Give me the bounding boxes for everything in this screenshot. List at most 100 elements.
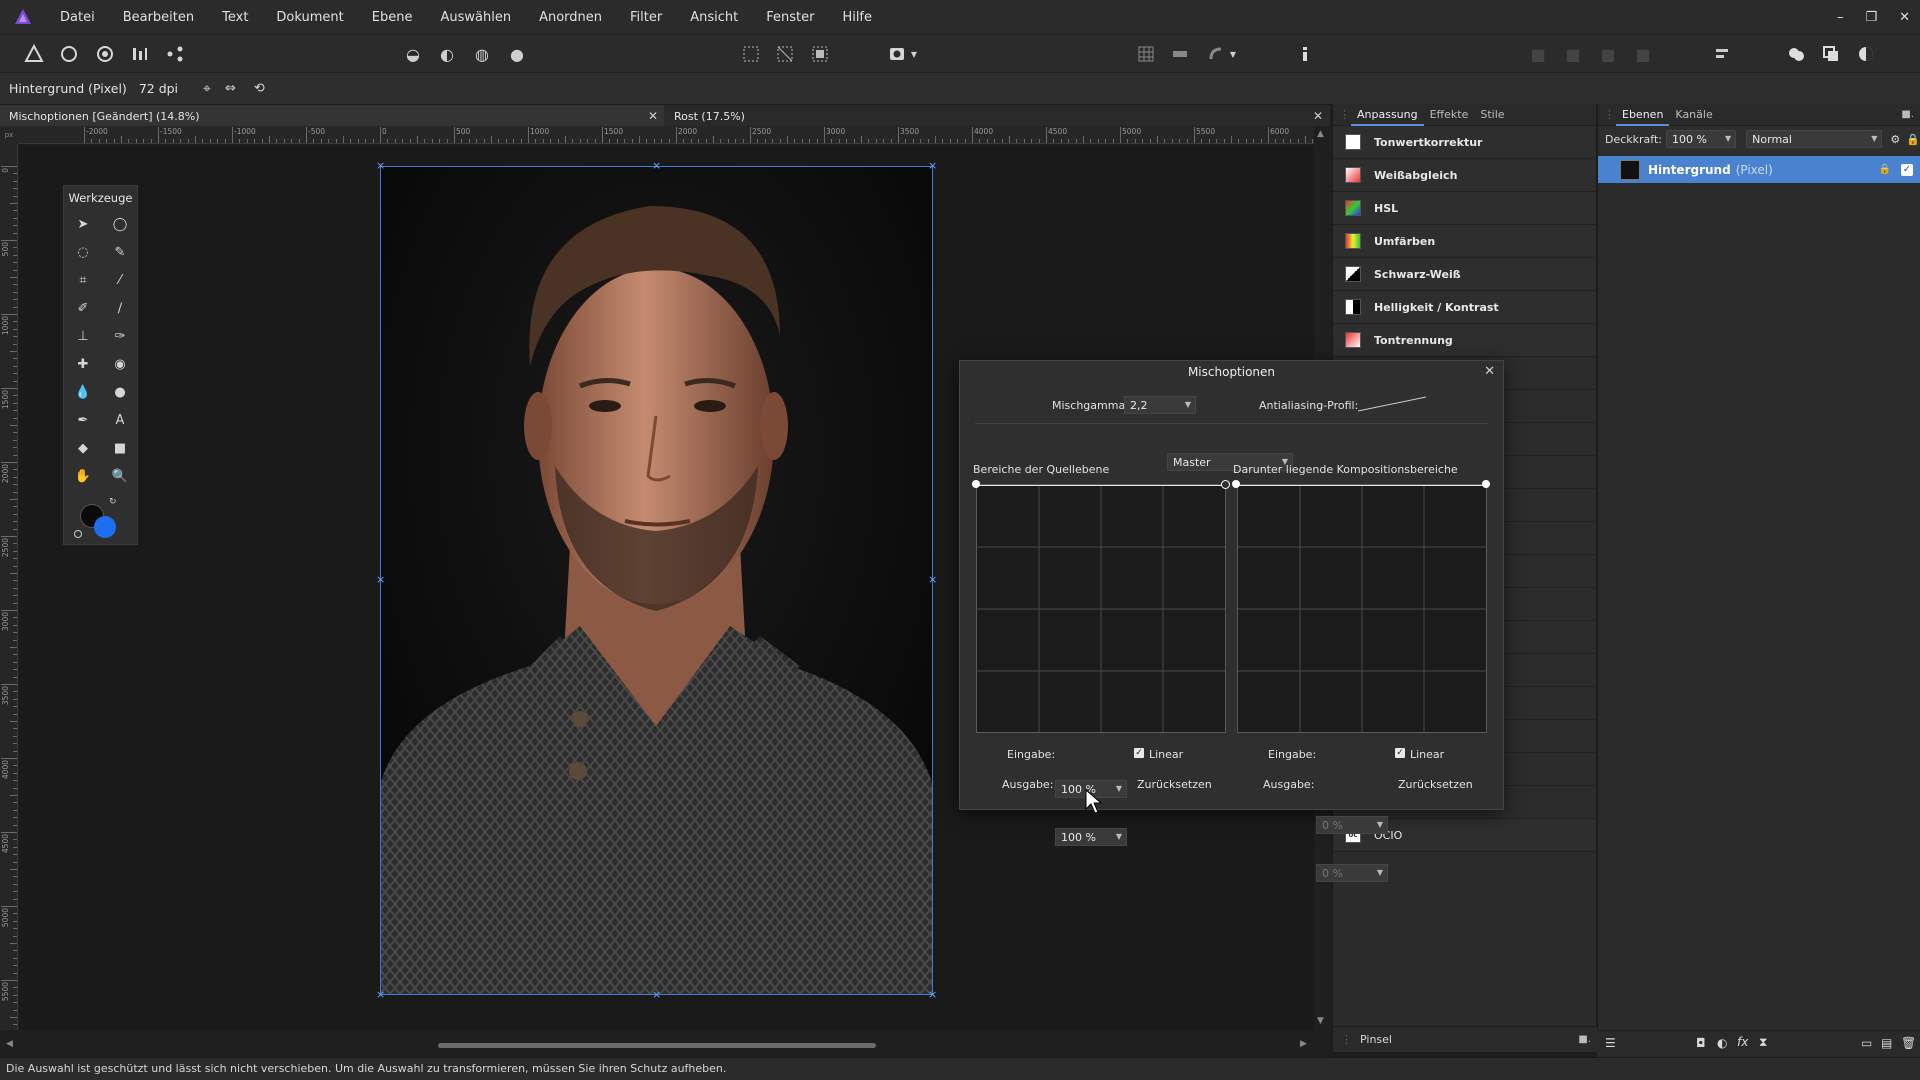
tab-mischoptionen[interactable]: Mischoptionen [Geändert] (14.8%) ✕: [0, 105, 664, 127]
menu-item-fenster[interactable]: Fenster: [752, 10, 828, 25]
pen-tool-icon[interactable]: ✒: [71, 408, 95, 432]
transform-origin-icon[interactable]: ⌖: [203, 81, 211, 97]
panel-menu-icon[interactable]: ■.: [1578, 1034, 1591, 1045]
menu-item-anordnen[interactable]: Anordnen: [525, 10, 616, 25]
develop-persona-icon[interactable]: [92, 41, 118, 67]
live-filter-icon[interactable]: ⧗: [1759, 1035, 1767, 1050]
photo-persona-icon[interactable]: [21, 41, 47, 67]
minimize-button[interactable]: –: [1837, 10, 1844, 25]
menu-item-ebene[interactable]: Ebene: [358, 10, 427, 25]
delete-layer-icon[interactable]: 🗑: [1901, 1036, 1916, 1050]
ellipse-select-tool-icon[interactable]: ◯: [108, 212, 132, 236]
menu-item-filter[interactable]: Filter: [616, 10, 676, 25]
adjustment-item[interactable]: Tonwertkorrektur: [1333, 126, 1596, 159]
resize-handle-top[interactable]: ×: [652, 160, 661, 171]
adjustment-layer-icon[interactable]: ◐: [1717, 1036, 1727, 1050]
menu-item-dokument[interactable]: Dokument: [262, 10, 357, 25]
healing-brush-tool-icon[interactable]: ✚: [71, 352, 95, 376]
underlying-output-field[interactable]: 0 % ▼: [1316, 864, 1388, 882]
resize-handle-right[interactable]: ×: [928, 574, 937, 585]
align-icon[interactable]: [1709, 41, 1735, 67]
marquee-select-icon[interactable]: [738, 41, 764, 67]
history-brush-tool-icon[interactable]: ✑: [108, 324, 132, 348]
auto-colors-icon[interactable]: ◍: [469, 41, 495, 67]
underlying-linear-checkbox[interactable]: ✓: [1395, 748, 1405, 758]
quick-mask-dropdown-icon[interactable]: ▼: [908, 41, 920, 67]
underlying-curve-node-end[interactable]: [1482, 480, 1490, 488]
dodge-tool-icon[interactable]: ◉: [108, 352, 132, 376]
gear-icon[interactable]: ⚙: [1890, 133, 1900, 146]
deselect-icon[interactable]: [772, 41, 798, 67]
adjustment-item[interactable]: Tontrennung: [1333, 324, 1596, 357]
boolean-subtract-icon[interactable]: [1818, 41, 1844, 67]
adjustment-item[interactable]: Umfärben: [1333, 225, 1596, 258]
close-dialog-icon[interactable]: ✕: [1484, 364, 1495, 379]
liquify-persona-icon[interactable]: [56, 41, 82, 67]
resize-handle-bottom-right[interactable]: ×: [928, 989, 937, 1000]
mask-layer-icon[interactable]: ◘: [1696, 1036, 1706, 1050]
opacity-dropdown[interactable]: 100 % ▼: [1666, 130, 1737, 148]
close-tab-icon[interactable]: ✕: [648, 109, 658, 123]
underlying-ranges-graph[interactable]: [1237, 484, 1487, 733]
source-linear-checkbox[interactable]: ✓: [1134, 748, 1144, 758]
tab-stile[interactable]: Stile: [1474, 108, 1510, 121]
panel-grip-icon[interactable]: ⋮: [1333, 1033, 1360, 1046]
scroll-right-icon[interactable]: ▶: [1300, 1039, 1307, 1049]
info-icon[interactable]: [1292, 41, 1318, 67]
selection-brush-tool-icon[interactable]: ✎: [108, 240, 132, 264]
tab-rost[interactable]: Rost (17.5%) ✕: [665, 105, 1329, 127]
resize-handle-top-left[interactable]: ×: [376, 160, 385, 171]
tab-kanaele[interactable]: Kanäle: [1669, 108, 1718, 121]
reset-colors-icon[interactable]: [74, 530, 82, 538]
scroll-left-icon[interactable]: ◀: [6, 1039, 13, 1049]
close-tab-icon[interactable]: ✕: [1313, 109, 1323, 123]
lock-icon[interactable]: 🔒: [1906, 133, 1920, 146]
adjustment-item[interactable]: Weißabgleich: [1333, 159, 1596, 192]
text-tool-icon[interactable]: A: [108, 408, 132, 432]
menu-item-ansicht[interactable]: Ansicht: [676, 10, 752, 25]
tab-effekte[interactable]: Effekte: [1424, 108, 1475, 121]
close-window-button[interactable]: ✕: [1899, 10, 1910, 25]
horizontal-scroll-thumb[interactable]: [438, 1043, 876, 1048]
menu-item-datei[interactable]: Datei: [46, 10, 109, 25]
add-pixel-layer-icon[interactable]: ▤: [1881, 1036, 1892, 1050]
underlying-input-field[interactable]: 0 % ▼: [1316, 816, 1388, 834]
source-ranges-graph[interactable]: [976, 484, 1226, 733]
auto-white-balance-icon[interactable]: ●: [504, 41, 530, 67]
horizontal-scrollbar[interactable]: ◀ ▶: [0, 1030, 1330, 1057]
layer-visibility-checkbox[interactable]: ✓: [1901, 163, 1913, 176]
horizontal-ruler[interactable]: -2000 -1500 -1000 -500 0 500 1000 1500 2000 2500 3…: [18, 126, 1314, 144]
export-persona-icon[interactable]: [162, 41, 188, 67]
swap-colors-icon[interactable]: ↻: [109, 497, 117, 507]
zoom-tool-icon[interactable]: 🔍: [108, 464, 132, 488]
menu-item-text[interactable]: Text: [208, 10, 262, 25]
resize-handle-left[interactable]: ×: [376, 574, 385, 585]
scroll-down-icon[interactable]: ▼: [1317, 1016, 1324, 1026]
menu-item-hilfe[interactable]: Hilfe: [828, 10, 886, 25]
snapping-options-icon[interactable]: [1203, 41, 1229, 67]
affinity-photo-logo-icon[interactable]: [0, 0, 46, 34]
auto-levels-icon[interactable]: ◒: [400, 41, 426, 67]
alignment-grid-icon[interactable]: [1133, 41, 1159, 67]
paint-brush-tool-icon[interactable]: ✐: [71, 296, 95, 320]
rotate-icon[interactable]: ⟲: [254, 81, 265, 96]
menu-item-bearbeiten[interactable]: Bearbeiten: [109, 10, 208, 25]
adjustment-item[interactable]: Schwarz-Weiß: [1333, 258, 1596, 291]
panel-menu-icon[interactable]: ■.: [1901, 109, 1914, 120]
boolean-add-icon[interactable]: [1783, 41, 1809, 67]
drop-tool-icon[interactable]: ●: [108, 380, 132, 404]
source-reset-button[interactable]: Zurücksetzen: [1137, 778, 1212, 791]
fill-tool-icon[interactable]: ◆: [71, 436, 95, 460]
snapping-dropdown-icon[interactable]: ▼: [1227, 41, 1239, 67]
tab-ebenen[interactable]: Ebenen: [1616, 104, 1670, 126]
invert-selection-icon[interactable]: [807, 41, 833, 67]
pixel-brush-tool-icon[interactable]: ∕: [108, 296, 132, 320]
antialias-profile-curve[interactable]: [1356, 395, 1428, 413]
resize-handle-bottom[interactable]: ×: [652, 989, 661, 1000]
blend-mode-dropdown[interactable]: Normal ▼: [1746, 130, 1883, 148]
lasso-tool-icon[interactable]: ◌: [71, 240, 95, 264]
hand-tool-icon[interactable]: ✋: [71, 464, 95, 488]
flip-icon[interactable]: ⇔: [225, 81, 236, 96]
source-curve-node-start[interactable]: [972, 480, 980, 488]
adjustment-item[interactable]: Helligkeit / Kontrast: [1333, 291, 1596, 324]
